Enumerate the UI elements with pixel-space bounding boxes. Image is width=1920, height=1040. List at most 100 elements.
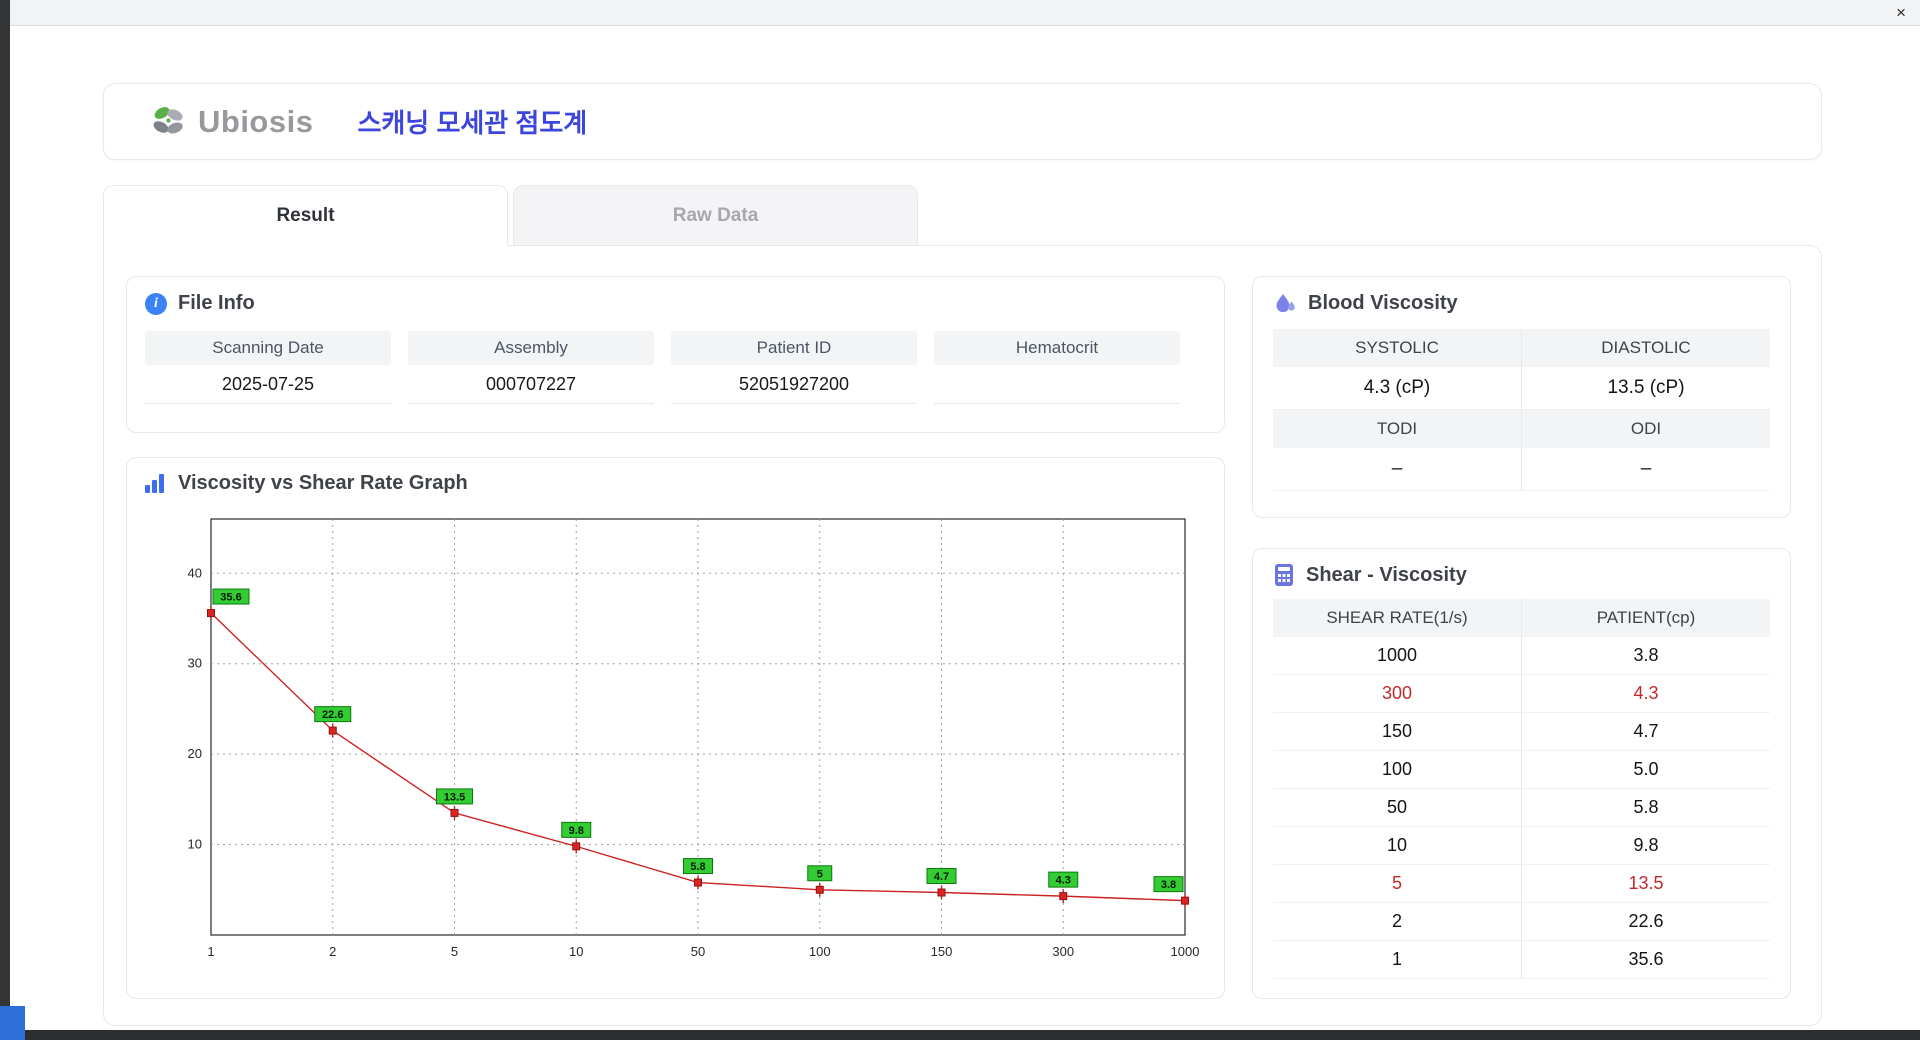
diastolic-value: 13.5 (cP) [1521,367,1770,410]
field-value: 52051927200 [738,374,850,394]
svg-text:1: 1 [207,944,214,959]
result-panel: i File Info Scanning Date 2025-07-25 Ass… [103,245,1822,1026]
taskbar-chip [0,1006,25,1040]
field-patient-id: Patient ID 52051927200 [671,331,917,404]
shear-viscosity-title-row: Shear - Viscosity [1273,563,1770,587]
bv-value-row: 4.3 (cP) 13.5 (cP) [1273,367,1770,410]
shear-viscosity-title: Shear - Viscosity [1306,563,1467,586]
shear-rate-cell: 2 [1273,902,1522,941]
info-circle-icon: i [145,292,167,315]
todi-header: TODI [1273,409,1522,448]
table-row: 2 22.6 [1273,902,1770,941]
patient-viscosity-cell: 3.8 [1521,637,1770,675]
field-label: Patient ID [671,331,917,365]
tab-raw-data[interactable]: Raw Data [513,185,918,245]
viscosity-chart: 10 20 30 40 1 2 5 10 50 100 150 300 1000 35.6 22.6 13.5… [188,518,1200,959]
todi-value: – [1273,448,1522,491]
svg-text:35.6: 35.6 [220,592,241,604]
table-row: 1 35.6 [1273,940,1770,979]
bar-chart-icon [145,474,167,493]
table-row: 100 5.0 [1273,750,1770,789]
table-row: 300 4.3 [1273,674,1770,713]
svg-text:1000: 1000 [1171,944,1200,959]
window-titlebar: × [10,0,1920,26]
logo-text: Ubiosis [198,103,314,139]
tab-bar: Result Raw Data [103,185,918,246]
svg-text:13.5: 13.5 [444,791,465,803]
table-row: 50 5.8 [1273,788,1770,827]
field-label: Assembly [408,331,654,365]
svg-text:5.8: 5.8 [690,861,705,873]
svg-text:30: 30 [188,656,202,671]
diastolic-header: DIASTOLIC [1521,329,1770,367]
left-column: i File Info Scanning Date 2025-07-25 Ass… [126,276,1225,999]
svg-text:150: 150 [931,944,953,959]
blood-viscosity-card: Blood Viscosity SYSTOLIC DIASTOLIC 4.3 (… [1252,276,1791,518]
svg-text:20: 20 [188,746,202,761]
table-row: 150 4.7 [1273,712,1770,751]
shear-rate-cell: 10 [1273,826,1522,865]
shear-header-row: SHEAR RATE(1/s) PATIENT(cp) [1273,599,1770,637]
page-title: 스캐닝 모세관 점도계 [357,108,588,138]
shear-rate-cell: 100 [1273,750,1522,789]
systolic-value: 4.3 (cP) [1273,367,1522,410]
field-value: 000707227 [485,374,577,394]
app-window: Ubiosis 스캐닝 모세관 점도계 Result Raw Data i Fi… [10,26,1920,1030]
patient-viscosity-cell: 9.8 [1521,826,1770,865]
tab-result-label: Result [276,205,335,226]
graph-card: Viscosity vs Shear Rate Graph 10 20 30 40 1 2… [126,457,1225,999]
svg-text:5: 5 [451,944,458,959]
svg-text:4.3: 4.3 [1056,875,1071,887]
graph-title: Viscosity vs Shear Rate Graph [178,472,468,494]
header-card: Ubiosis 스캐닝 모세관 점도계 [103,83,1822,160]
chart-area: 10 20 30 40 1 2 5 10 50 100 150 300 1000 35.6 22.6 13.5… [165,505,1206,980]
field-label: Hematocrit [934,331,1180,365]
blood-viscosity-title: Blood Viscosity [1308,291,1458,314]
field-scanning-date: Scanning Date 2025-07-25 [145,331,391,404]
svg-text:40: 40 [188,565,202,580]
right-column: Blood Viscosity SYSTOLIC DIASTOLIC 4.3 (… [1252,276,1791,999]
field-label: Scanning Date [145,331,391,365]
ubiosis-logo: Ubiosis [148,103,313,141]
svg-text:4.7: 4.7 [934,871,949,883]
odi-header: ODI [1521,409,1770,448]
bottom-edge [0,1030,1920,1040]
tab-raw-data-label: Raw Data [672,204,759,226]
svg-text:2: 2 [329,944,336,959]
table-row: 1000 3.8 [1273,637,1770,675]
patient-viscosity-cell: 13.5 [1521,864,1770,903]
droplet-icon [1276,294,1295,313]
shear-rate-cell: 50 [1273,788,1522,827]
shear-rate-header: SHEAR RATE(1/s) [1273,599,1522,637]
patient-header: PATIENT(cp) [1521,599,1770,637]
svg-text:9.8: 9.8 [569,825,584,837]
systolic-header: SYSTOLIC [1273,329,1522,367]
tab-result[interactable]: Result [103,185,508,246]
shear-viscosity-card: Shear - Viscosity SHEAR RATE(1/s) PATIEN… [1252,548,1791,999]
patient-viscosity-cell: 4.7 [1521,712,1770,751]
blood-viscosity-title-row: Blood Viscosity [1273,291,1770,315]
svg-text:300: 300 [1052,944,1074,959]
field-value [934,365,1180,403]
table-row: 10 9.8 [1273,826,1770,865]
logo-flower-icon [153,106,183,134]
shear-rate-cell: 1000 [1273,637,1522,675]
file-info-card: i File Info Scanning Date 2025-07-25 Ass… [126,276,1225,433]
bv-header-row: SYSTOLIC DIASTOLIC [1273,329,1770,367]
svg-text:22.6: 22.6 [322,709,343,721]
svg-text:10: 10 [188,837,202,852]
blood-viscosity-table: SYSTOLIC DIASTOLIC 4.3 (cP) 13.5 (cP) TO… [1273,329,1770,491]
field-value: 2025-07-25 [221,374,315,394]
patient-viscosity-cell: 22.6 [1521,902,1770,941]
shear-rate-cell: 5 [1273,864,1522,903]
patient-viscosity-cell: 35.6 [1521,940,1770,979]
close-icon[interactable]: × [1896,2,1906,24]
field-hematocrit: Hematocrit [934,331,1180,404]
calculator-icon [1275,564,1293,586]
file-info-title: File Info [178,292,255,314]
field-assembly: Assembly 000707227 [408,331,654,404]
shear-viscosity-table: SHEAR RATE(1/s) PATIENT(cp) 1000 3.8 300 4.… [1273,599,1770,979]
shear-rate-cell: 1 [1273,940,1522,979]
svg-text:10: 10 [569,944,583,959]
table-row: 5 13.5 [1273,864,1770,903]
